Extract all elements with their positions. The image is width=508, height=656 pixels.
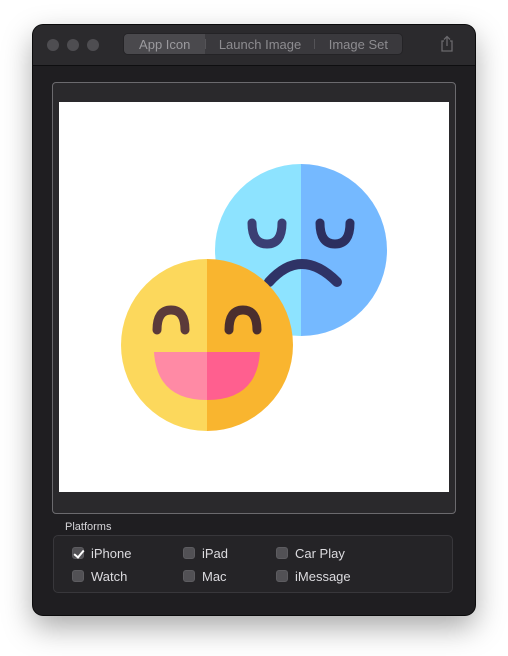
platforms-heading: Platforms [65,521,112,533]
tab-image-set-label: Image Set [328,36,388,52]
happy-face-icon [121,259,293,431]
iphone-label: iPhone [91,545,132,561]
platforms-group: iPhone iPad Car Play Watch Mac iMessage [53,535,453,593]
tab-launch-image[interactable]: Launch Image [206,34,313,54]
watch-label: Watch [91,568,128,584]
imessage-checkbox[interactable] [276,570,288,582]
mac-label: Mac [202,568,227,584]
image-drop-well[interactable] [52,82,456,514]
asset-type-segmented-control: App Icon Launch Image Image Set [123,33,403,55]
iphone-checkbox[interactable] [72,547,84,559]
tab-launch-image-label: Launch Image [218,36,302,52]
platform-option-iphone[interactable]: iPhone [72,545,131,561]
platform-option-imessage[interactable]: iMessage [276,568,351,584]
icon-preview-canvas [59,102,449,492]
platform-option-ipad[interactable]: iPad [183,545,228,561]
platform-option-mac[interactable]: Mac [183,568,227,584]
ipad-label: iPad [202,545,229,561]
tab-app-icon-label: App Icon [139,36,191,52]
platform-option-watch[interactable]: Watch [72,568,127,584]
close-window-button[interactable] [47,39,59,51]
minimize-window-button[interactable] [67,39,79,51]
emoji-faces-icon [121,164,387,431]
title-bar: App Icon Launch Image Image Set [33,25,475,66]
zoom-window-button[interactable] [87,39,99,51]
imessage-label: iMessage [295,568,351,584]
tab-app-icon[interactable]: App Icon [124,34,206,54]
app-window: App Icon Launch Image Image Set Platform… [33,25,475,615]
watch-checkbox[interactable] [72,570,84,582]
mac-checkbox[interactable] [183,570,195,582]
ipad-checkbox[interactable] [183,547,195,559]
platform-option-car-play[interactable]: Car Play [276,545,345,561]
share-icon[interactable] [439,35,455,53]
tab-image-set[interactable]: Image Set [315,34,402,54]
car-play-label: Car Play [295,545,345,561]
car-play-checkbox[interactable] [276,547,288,559]
